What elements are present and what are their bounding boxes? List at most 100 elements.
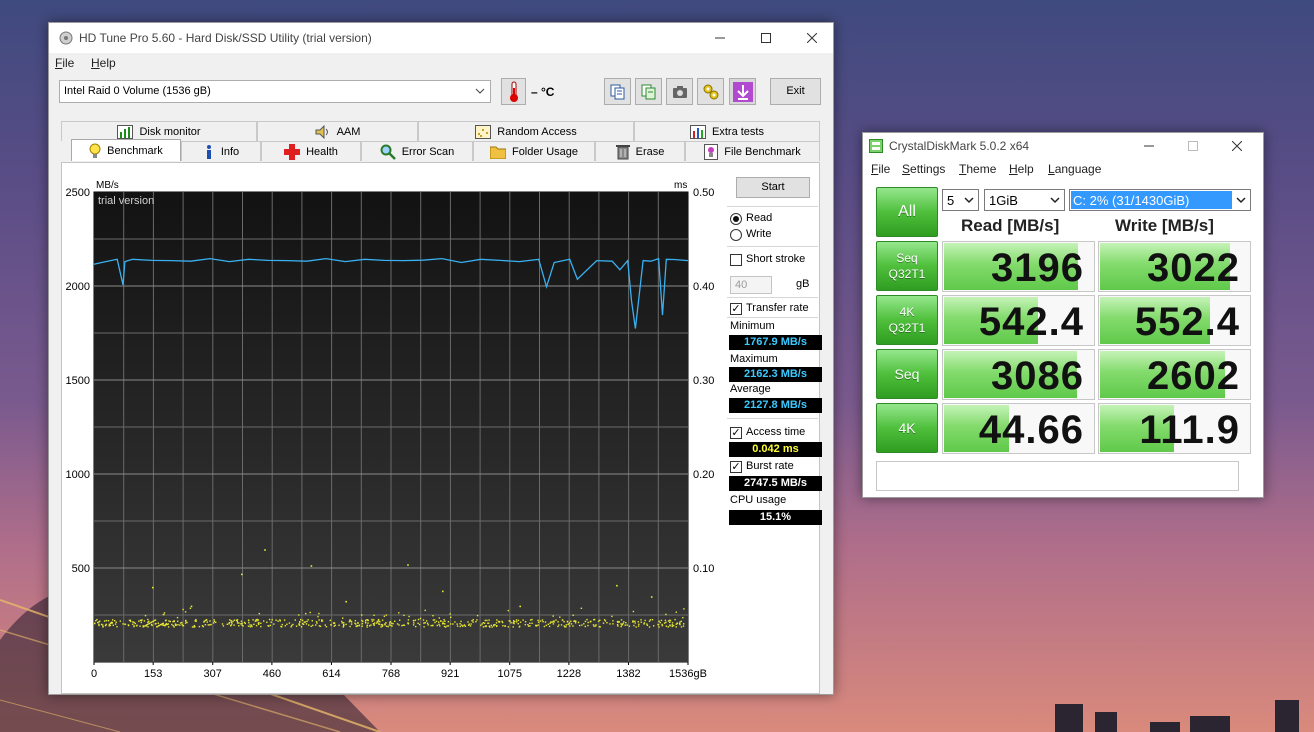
access-time-point [249, 626, 251, 628]
access-time-checkbox[interactable]: ✓ [730, 427, 742, 439]
access-time-point [612, 620, 614, 622]
average-label: Average [730, 383, 771, 395]
access-time-point [294, 619, 296, 621]
y-tick-right-label: 0.20 [693, 469, 714, 481]
tab-aam[interactable]: AAM [257, 121, 418, 141]
speaker-icon [315, 124, 328, 139]
burst-rate-checkbox[interactable]: ✓ [730, 461, 742, 473]
access-time-point [390, 624, 392, 626]
cdm-close-button[interactable] [1215, 133, 1259, 159]
folder-icon [489, 146, 506, 159]
access-time-point [109, 622, 112, 625]
access-time-point [657, 623, 659, 626]
test-button-4k[interactable]: 4K [876, 403, 938, 453]
access-time-point [671, 622, 674, 624]
copy-info-button[interactable] [604, 78, 631, 105]
access-time-point [648, 626, 651, 628]
cdm-menu-settings[interactable]: Settings [902, 162, 945, 176]
read-column-header: Read [MB/s] [961, 216, 1060, 235]
menu-help[interactable]: Help [91, 56, 116, 70]
benchmark-controls: Start Read Write Short stroke 40 gB ✓ Tr… [722, 163, 822, 693]
y-tick-left-label: 1000 [66, 469, 90, 481]
drive-select[interactable]: Intel Raid 0 Volume (1536 gB) [59, 80, 491, 103]
access-time-point [672, 624, 675, 627]
access-time-point [255, 624, 258, 627]
file-benchmark-icon [704, 143, 719, 160]
access-time-point [638, 623, 640, 625]
read-radio[interactable] [730, 213, 742, 225]
cdm-minimize-button[interactable] [1127, 133, 1171, 159]
access-time-point [116, 626, 118, 628]
tab-folder-usage[interactable]: Folder Usage [473, 141, 595, 161]
cdm-maximize-button[interactable] [1171, 133, 1215, 159]
access-time-point [432, 615, 434, 617]
test-size-select[interactable]: 1GiB [984, 189, 1065, 211]
x-tick-label: 1382 [616, 668, 640, 680]
temperature-button[interactable] [501, 78, 526, 105]
access-time-point [361, 625, 363, 627]
cdm-titlebar[interactable]: CrystalDiskMark 5.0.2 x64 [863, 133, 1263, 159]
drive-select[interactable]: C: 2% (31/1430GiB) [1069, 189, 1251, 211]
test-queue: Q32T1 [888, 267, 926, 281]
short-stroke-size-input[interactable]: 40 [730, 276, 772, 294]
test-button-4k-q32t1[interactable]: 4K Q32T1 [876, 295, 938, 345]
short-stroke-checkbox[interactable] [730, 254, 742, 266]
cdm-menu-theme[interactable]: Theme [959, 162, 996, 176]
window-title: HD Tune Pro 5.60 - Hard Disk/SSD Utility… [79, 31, 372, 45]
access-time-point [424, 609, 426, 612]
hdtune-titlebar[interactable]: HD Tune Pro 5.60 - Hard Disk/SSD Utility… [49, 23, 833, 53]
close-button[interactable] [789, 23, 835, 53]
tab-random-access[interactable]: Random Access [418, 121, 634, 141]
access-time-point [640, 619, 642, 621]
access-time-point [207, 624, 209, 626]
tab-benchmark[interactable]: Benchmark [71, 139, 181, 161]
access-time-point [579, 624, 581, 627]
screenshot-button[interactable] [666, 78, 693, 105]
access-time-point [136, 624, 138, 626]
test-button-seq[interactable]: Seq [876, 349, 938, 399]
access-time-point [423, 622, 425, 624]
access-time-point [634, 620, 636, 622]
access-time-point [281, 623, 283, 626]
access-time-point [275, 619, 277, 621]
tab-erase[interactable]: Erase [595, 141, 685, 161]
comment-input[interactable] [876, 461, 1239, 491]
access-time-point [468, 624, 470, 626]
minimum-label: Minimum [730, 320, 775, 332]
tab-info[interactable]: Info [181, 141, 261, 161]
access-time-point [557, 625, 559, 628]
maximize-button[interactable] [743, 23, 789, 53]
write-radio[interactable] [730, 229, 742, 241]
access-time-point [102, 626, 104, 628]
access-time-point [179, 624, 181, 626]
tab-file-benchmark[interactable]: File Benchmark [685, 141, 820, 161]
access-time-point [574, 622, 577, 624]
cdm-menu-language[interactable]: Language [1048, 162, 1101, 176]
tab-disk-monitor[interactable]: Disk monitor [61, 121, 257, 141]
minimize-button[interactable] [697, 23, 743, 53]
transfer-rate-checkbox[interactable]: ✓ [730, 303, 742, 315]
tab-health[interactable]: Health [261, 141, 361, 161]
access-time-point [357, 622, 359, 624]
tab-extra-tests[interactable]: Extra tests [634, 121, 820, 141]
access-time-point [669, 619, 672, 622]
access-time-point [577, 621, 580, 624]
test-count-select[interactable]: 5 [942, 189, 979, 211]
exit-button[interactable]: Exit [770, 78, 821, 105]
start-button[interactable]: Start [736, 177, 810, 198]
access-time-point [149, 622, 151, 624]
all-button[interactable]: All [876, 187, 938, 237]
tab-error-scan[interactable]: Error Scan [361, 141, 473, 161]
access-time-point [373, 614, 375, 616]
test-button-seq-q32t1[interactable]: Seq Q32T1 [876, 241, 938, 291]
access-time-point [162, 622, 164, 624]
cdm-menu-file[interactable]: File [871, 162, 890, 176]
save-button[interactable] [729, 78, 756, 105]
temperature-readout: – °C [531, 85, 555, 99]
maximize-icon [1188, 141, 1198, 151]
cdm-menu-help[interactable]: Help [1009, 162, 1034, 176]
access-time-point [545, 624, 547, 627]
options-button[interactable] [697, 78, 724, 105]
copy-all-button[interactable] [635, 78, 662, 105]
menu-file[interactable]: File [55, 56, 74, 70]
